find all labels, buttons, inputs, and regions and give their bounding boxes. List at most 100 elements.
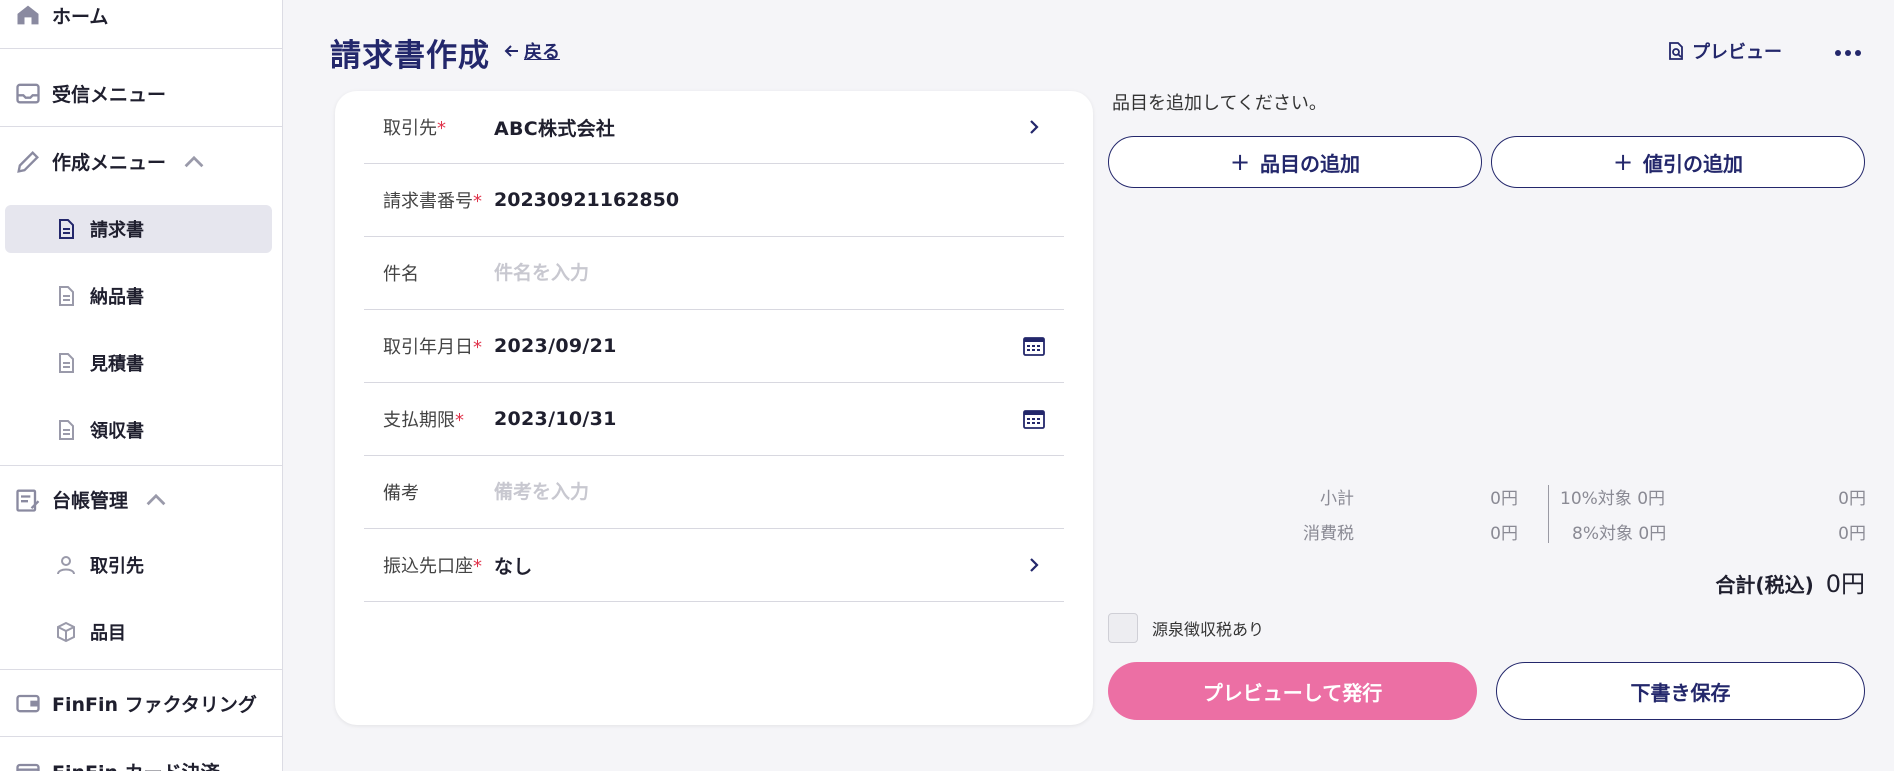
due-date-label: 支払期限* xyxy=(383,410,464,431)
tax10-label: 10%対象 0円 xyxy=(1560,489,1666,509)
grand-total-value: 0円 xyxy=(1825,570,1865,598)
sidebar-item-card[interactable]: FinFin カード決済 xyxy=(0,738,282,771)
ledger-icon xyxy=(16,489,40,512)
save-draft-button[interactable]: 下書き保存 xyxy=(1496,662,1865,720)
sidebar-item-factoring[interactable]: FinFin ファクタリング xyxy=(0,670,282,737)
back-link[interactable]: 戻る xyxy=(504,38,560,64)
more-dot-icon xyxy=(1855,50,1861,56)
sidebar-item-label: 請求書 xyxy=(90,220,144,241)
bank-account-row[interactable]: 振込先口座* なし xyxy=(364,529,1064,602)
memo-field-wrap xyxy=(494,481,1064,503)
plus-icon: + xyxy=(1612,148,1634,176)
memo-label: 備考 xyxy=(383,483,419,504)
more-dot-icon xyxy=(1835,50,1841,56)
subject-label: 件名 xyxy=(383,264,419,285)
sidebar-item-label: FinFin ファクタリング xyxy=(52,693,257,716)
sidebar-item-label: 受信メニュー xyxy=(52,83,167,106)
preview-button-label: プレビュー xyxy=(1692,42,1782,63)
tax-label: 消費税 xyxy=(1303,524,1354,544)
document-icon xyxy=(59,286,74,306)
client-value: ABC株式会社 xyxy=(494,117,616,140)
sidebar-item-clients[interactable]: 取引先 xyxy=(0,541,282,589)
credit-card-icon xyxy=(16,763,40,771)
sidebar-item-label: 品目 xyxy=(90,623,126,644)
sidebar: ホーム 受信メニュー 作成メニュー 請求書 納品書 見積書 領収書 台帳管理 取… xyxy=(0,0,283,771)
subject-field[interactable] xyxy=(494,262,1064,284)
memo-row: 備考 xyxy=(364,456,1064,529)
bank-account-label: 振込先口座* xyxy=(383,556,482,577)
invoice-form-card: 取引先* ABC株式会社 請求書番号* 件名 取引年月日* 2023/09/21… xyxy=(335,91,1093,725)
sidebar-item-label: FinFin カード決済 xyxy=(52,758,220,771)
sidebar-item-inbox[interactable]: 受信メニュー xyxy=(0,60,282,127)
document-icon xyxy=(59,353,74,373)
plus-icon: + xyxy=(1229,148,1251,176)
add-item-label: 品目の追加 xyxy=(1260,151,1361,176)
add-discount-button[interactable]: + 値引の追加 xyxy=(1491,136,1865,188)
invoice-number-field-wrap xyxy=(494,189,1064,211)
chevron-right-icon xyxy=(1030,558,1039,572)
transaction-date-row[interactable]: 取引年月日* 2023/09/21 xyxy=(364,310,1064,383)
subtotal-label: 小計 xyxy=(1320,489,1354,509)
grand-total: 合計(税込) 0円 xyxy=(1715,564,1865,599)
home-icon xyxy=(17,5,39,25)
invoice-number-field[interactable] xyxy=(494,189,1064,211)
invoice-number-row: 請求書番号* xyxy=(364,164,1064,237)
withholding-label: 源泉徴収税あり xyxy=(1152,620,1265,639)
sidebar-item-home[interactable]: ホーム xyxy=(0,0,282,49)
preview-and-issue-button[interactable]: プレビューして発行 xyxy=(1108,662,1477,720)
client-row[interactable]: 取引先* ABC株式会社 xyxy=(364,91,1064,164)
sidebar-item-receipt[interactable]: 領収書 xyxy=(0,406,282,454)
person-icon xyxy=(57,556,75,575)
document-icon xyxy=(59,219,74,239)
subject-field-wrap xyxy=(494,262,1064,284)
withholding-checkbox-row[interactable]: 源泉徴収税あり xyxy=(1108,613,1264,643)
memo-field[interactable] xyxy=(494,481,1064,503)
sidebar-item-items[interactable]: 品目 xyxy=(0,608,282,656)
chevron-up-icon xyxy=(146,493,166,505)
invoice-number-label: 請求書番号* xyxy=(383,191,482,212)
bank-account-value: なし xyxy=(494,555,533,578)
calendar-icon[interactable] xyxy=(1023,409,1045,429)
more-options-button[interactable] xyxy=(1830,36,1866,70)
due-date-row[interactable]: 支払期限* 2023/10/31 xyxy=(364,383,1064,456)
totals-divider xyxy=(1548,485,1549,543)
page-title: 請求書作成 xyxy=(330,38,490,74)
tax8-label: 8%対象 0円 xyxy=(1572,524,1667,544)
sidebar-item-invoice[interactable]: 請求書 xyxy=(5,205,272,253)
transaction-date-value: 2023/09/21 xyxy=(494,335,617,357)
tax8-value: 0円 xyxy=(1838,524,1866,544)
document-icon xyxy=(59,420,74,440)
box-icon xyxy=(57,621,75,643)
arrow-left-icon xyxy=(504,45,518,57)
client-label: 取引先* xyxy=(383,118,446,139)
sidebar-item-ledger[interactable]: 台帳管理 xyxy=(0,466,282,533)
tax10-value: 0円 xyxy=(1838,489,1866,509)
preview-button[interactable]: プレビュー xyxy=(1666,38,1782,64)
pencil-icon xyxy=(17,150,39,173)
wallet-icon xyxy=(16,694,40,713)
subtotal-value: 0円 xyxy=(1490,489,1518,509)
tax-value: 0円 xyxy=(1490,524,1518,544)
sidebar-item-label: 見積書 xyxy=(90,354,144,375)
grand-total-label: 合計(税込) xyxy=(1715,573,1814,597)
sidebar-item-label: ホーム xyxy=(52,5,109,28)
preview-icon xyxy=(1669,42,1683,60)
withholding-checkbox[interactable] xyxy=(1108,613,1138,643)
due-date-value: 2023/10/31 xyxy=(494,408,617,430)
sidebar-item-label: 納品書 xyxy=(90,287,144,308)
sidebar-item-estimate[interactable]: 見積書 xyxy=(0,339,282,387)
add-item-button[interactable]: + 品目の追加 xyxy=(1108,136,1482,188)
sidebar-item-label: 領収書 xyxy=(90,421,144,442)
chevron-right-icon xyxy=(1030,120,1039,134)
back-link-label: 戻る xyxy=(524,42,560,63)
more-dot-icon xyxy=(1845,50,1851,56)
sidebar-item-create-menu[interactable]: 作成メニュー xyxy=(0,128,282,195)
items-instruction: 品目を追加してください。 xyxy=(1112,93,1327,114)
sidebar-item-label: 取引先 xyxy=(90,556,144,577)
subject-row: 件名 xyxy=(364,237,1064,310)
calendar-icon[interactable] xyxy=(1023,336,1045,356)
add-discount-label: 値引の追加 xyxy=(1643,151,1744,176)
sidebar-item-delivery[interactable]: 納品書 xyxy=(0,272,282,320)
sidebar-item-label: 作成メニュー xyxy=(52,152,167,174)
chevron-up-icon xyxy=(184,155,204,167)
